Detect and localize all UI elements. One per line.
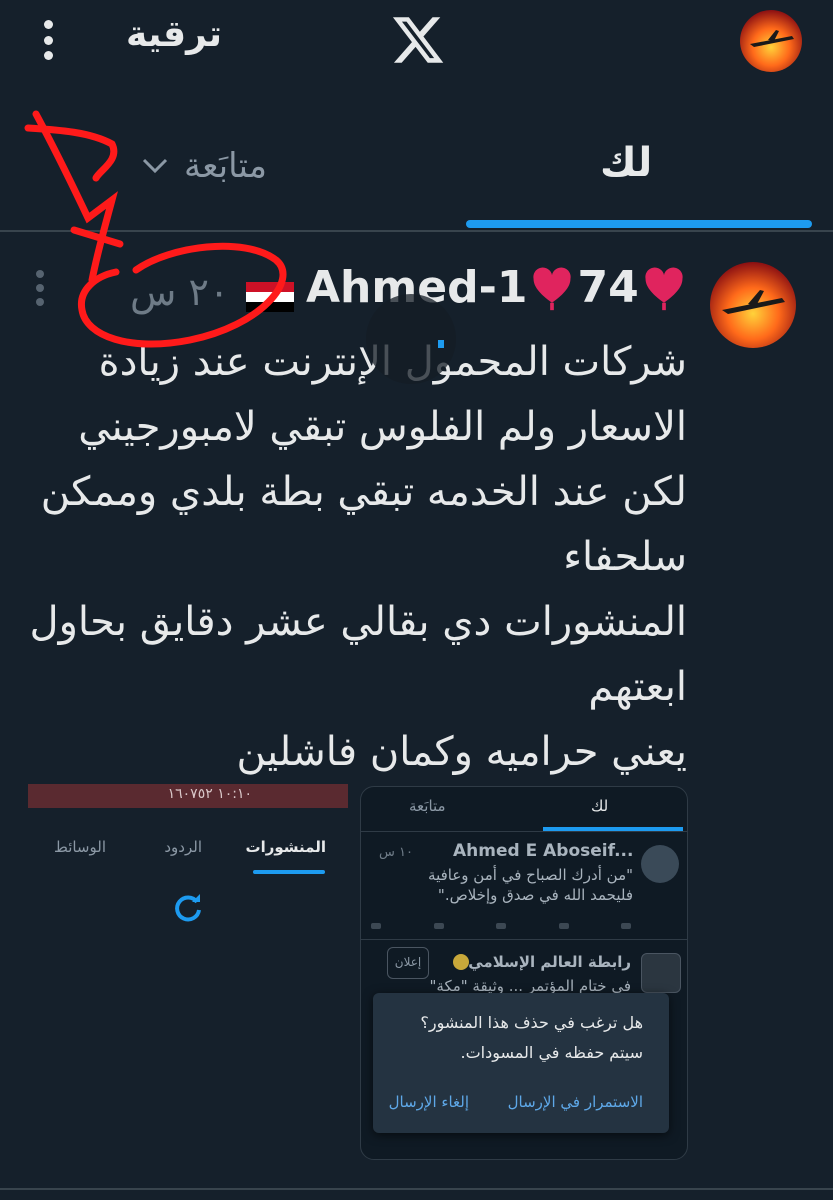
dialog-question: هل ترغب في حذف هذا المنشور؟ xyxy=(420,1013,643,1032)
delete-draft-dialog: هل ترغب في حذف هذا المنشور؟ سيتم حفظه في… xyxy=(373,993,669,1133)
embed-timestamp: ١٠ س xyxy=(379,845,413,860)
continue-sending-button[interactable]: الاستمرار في الإرسال xyxy=(508,1093,643,1111)
active-tab-indicator xyxy=(253,870,325,874)
tab-for-you[interactable]: لك xyxy=(600,140,652,186)
active-tab-indicator xyxy=(466,220,812,228)
post-line: المنشورات دي بقالي عشر دقايق بحاول xyxy=(29,599,687,645)
chevron-down-icon xyxy=(142,158,168,174)
post-line: شركات المحمول الإنترنت عند زيادة xyxy=(98,339,687,385)
post-line: ابعتهم xyxy=(588,664,687,710)
divider xyxy=(0,230,833,232)
cancel-sending-button[interactable]: إلغاء الإرسال xyxy=(389,1093,469,1111)
divider xyxy=(361,939,687,940)
tab-following-label: متابَعة xyxy=(184,146,267,186)
post-more-icon[interactable] xyxy=(36,270,50,306)
post-line: لكن عند الخدمه تبقي بطة بلدي وممكن xyxy=(40,469,687,515)
more-menu-icon[interactable] xyxy=(30,14,66,66)
divider xyxy=(0,1188,833,1190)
avatar xyxy=(641,845,679,883)
embed-tab-for-you: لك xyxy=(591,797,609,815)
embed-post-text: "من أدرك الصباح في أمن وعافية فليحمد الل… xyxy=(428,866,633,904)
dialog-message: سيتم حفظه في المسودات. xyxy=(460,1043,643,1062)
tab-following[interactable]: متابَعة xyxy=(140,146,267,186)
heart-icon xyxy=(533,267,572,310)
post-text: شركات المحمول الإنترنت عند زيادة الاسعار… xyxy=(27,330,687,785)
tab-replies[interactable]: الردود xyxy=(164,838,202,856)
egypt-flag-icon xyxy=(246,282,294,312)
strip-text: ١٠:١٠ ١٦٠٧٥٢ xyxy=(167,786,252,802)
embed-action-bar xyxy=(371,923,631,933)
post-author-name[interactable]: Ahmed-1 74 xyxy=(306,262,687,313)
post-line: سلحفاء xyxy=(563,534,687,580)
x-logo-icon xyxy=(392,17,444,63)
embed-author-name: Ahmed E Aboseif... xyxy=(453,841,634,861)
post-line: الاسعار ولم الفلوس تبقي لامبورجيني xyxy=(78,404,687,450)
ad-badge: إعلان xyxy=(387,947,429,979)
tab-media[interactable]: الوسائط xyxy=(54,838,106,856)
divider xyxy=(361,831,687,832)
avatar xyxy=(641,953,681,993)
embed-tab-following: متابَعة xyxy=(409,797,446,815)
embed-author-name: رابطة العالم الإسلامي xyxy=(468,953,631,971)
profile-avatar[interactable] xyxy=(740,10,802,72)
loading-spinner-icon xyxy=(366,294,456,384)
username-suffix: 74 xyxy=(577,262,639,313)
tab-posts[interactable]: المنشورات xyxy=(246,838,326,856)
heart-icon xyxy=(645,267,683,310)
post-line: يعني حراميه وكمان فاشلين xyxy=(236,729,687,775)
profile-tabs: المنشورات الردود الوسائط xyxy=(28,838,348,874)
upgrade-button[interactable]: ترقية xyxy=(126,14,222,55)
post-timestamp: ٢٠ س xyxy=(130,270,230,314)
verified-badge-icon xyxy=(453,954,469,970)
refresh-icon[interactable] xyxy=(170,890,206,926)
post-author-avatar[interactable] xyxy=(710,262,796,348)
attached-image-strip: ١٠:١٠ ١٦٠٧٥٢ xyxy=(28,784,348,808)
